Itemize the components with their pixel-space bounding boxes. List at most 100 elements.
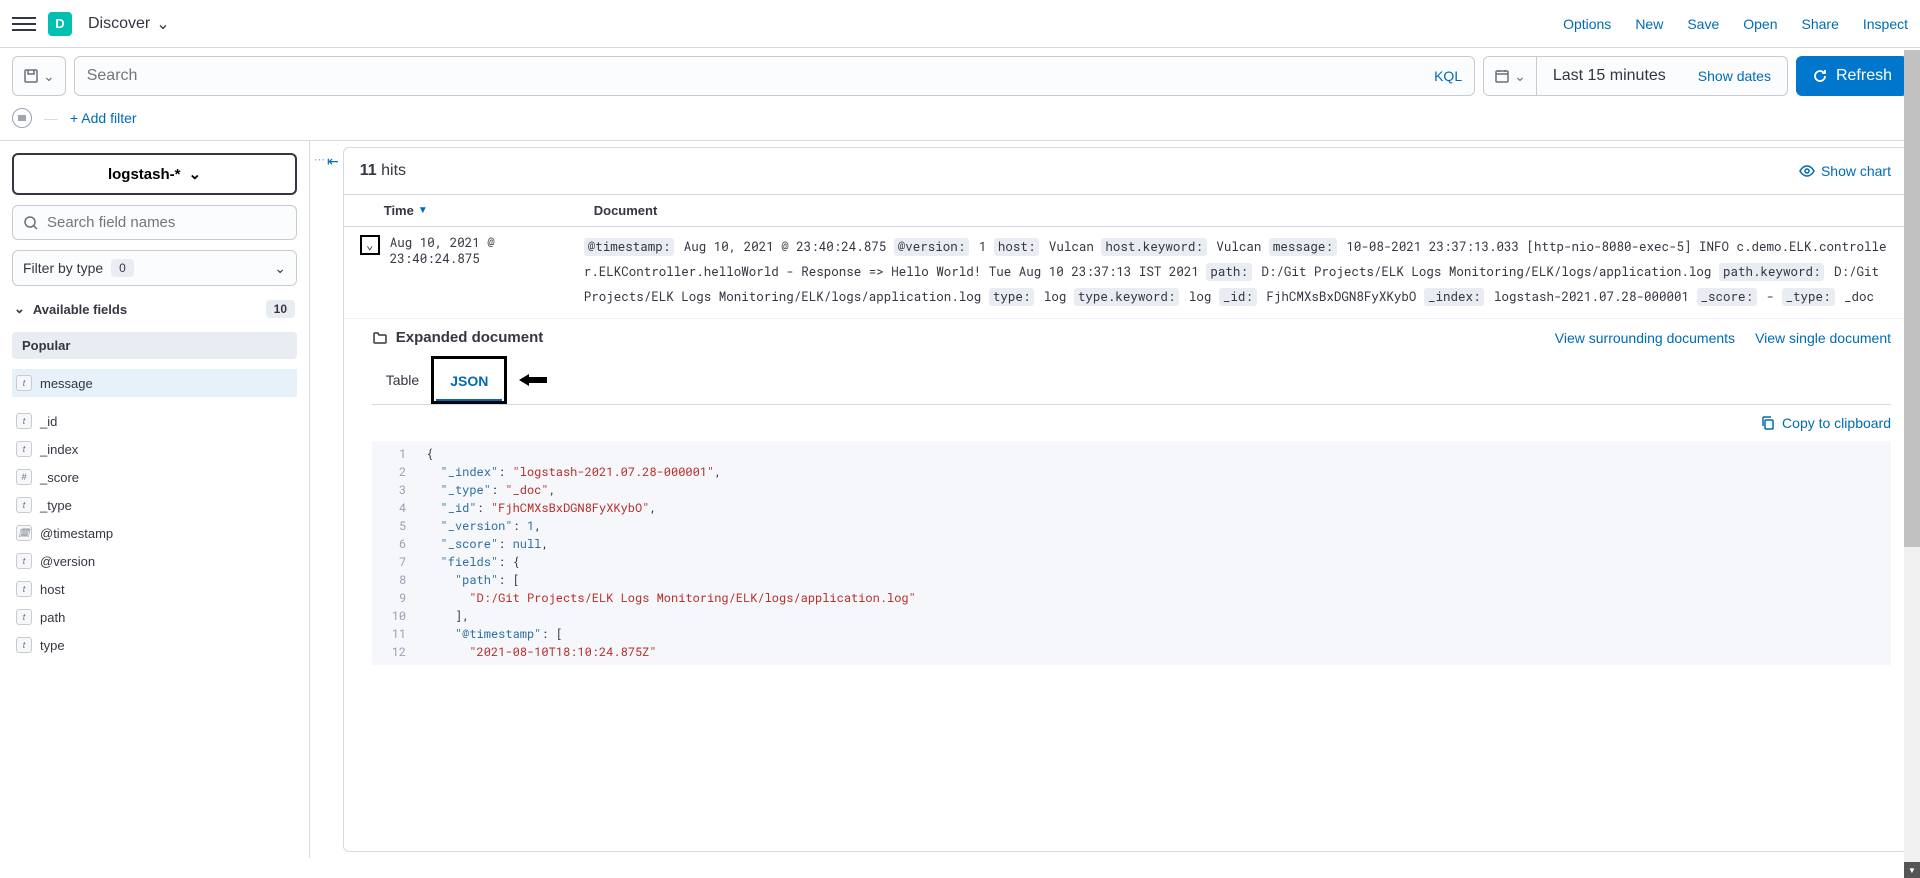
field-key: path: — [1206, 263, 1252, 281]
field-name: _score — [40, 470, 79, 485]
field-key: path.keyword: — [1719, 263, 1825, 281]
refresh-icon — [1812, 68, 1828, 84]
collapse-icon: ⇤ — [327, 153, 339, 170]
tab-table[interactable]: Table — [372, 362, 433, 398]
field-item[interactable]: ttype — [12, 631, 297, 659]
field-name: host — [40, 582, 65, 597]
chevron-down-icon: ⌄ — [274, 260, 286, 277]
expanded-title-label: Expanded document — [396, 329, 544, 346]
copy-label: Copy to clipboard — [1782, 415, 1891, 431]
query-bar: ⌄ KQL ⌄ Last 15 minutes Show dates Refre… — [0, 48, 1920, 104]
field-item[interactable]: t _id — [12, 407, 297, 435]
field-name: _id — [40, 414, 57, 429]
field-item[interactable]: tpath — [12, 603, 297, 631]
hits-word: hits — [381, 162, 406, 179]
field-name: _type — [40, 498, 72, 513]
calendar-icon — [1494, 68, 1510, 84]
app-title-label: Discover — [88, 15, 150, 33]
field-key: _id: — [1219, 288, 1257, 306]
chevron-down-icon: ⌄ — [43, 68, 55, 85]
chevron-down-icon: ⌄ — [366, 237, 374, 253]
menu-icon[interactable] — [12, 12, 36, 36]
index-pattern-label: logstash-* — [108, 166, 181, 183]
date-range-value[interactable]: Last 15 minutes — [1537, 67, 1682, 85]
scrollbar[interactable]: ▼ — [1904, 50, 1920, 878]
show-chart-button[interactable]: Show chart — [1799, 163, 1891, 179]
expand-row-button[interactable]: ⌄ — [360, 235, 380, 255]
field-type-icon: t — [16, 413, 32, 429]
column-time[interactable]: Time ▼ — [384, 203, 594, 218]
field-type-icon: t — [16, 497, 32, 513]
options-link[interactable]: Options — [1563, 16, 1611, 32]
field-search-input[interactable] — [47, 214, 286, 231]
resize-handle[interactable]: ⋯ ⇤ — [310, 141, 343, 858]
chevron-down-icon: ⌄ — [188, 165, 201, 183]
date-picker: ⌄ Last 15 minutes Show dates — [1483, 56, 1788, 96]
hits-bar: 11 hits Show chart — [344, 148, 1907, 195]
filter-by-type-count: 0 — [111, 259, 134, 277]
field-item[interactable]: t_index — [12, 435, 297, 463]
table-wrap[interactable]: Time ▼ Document ⌄ Aug 10, 2021 @ 23:40:2… — [344, 195, 1907, 851]
field-key: type.keyword: — [1074, 288, 1180, 306]
field-key: host: — [994, 238, 1040, 256]
scrollbar-thumb[interactable] — [1904, 50, 1920, 547]
app-title-dropdown[interactable]: Discover ⌄ — [88, 14, 170, 34]
kql-toggle[interactable]: KQL — [1434, 68, 1462, 84]
folder-open-icon — [372, 330, 388, 346]
expanded-document: Expanded document View surrounding docum… — [344, 319, 1907, 681]
filter-settings-icon[interactable] — [12, 108, 32, 128]
index-pattern-selector[interactable]: logstash-* ⌄ — [12, 153, 297, 195]
field-key: @timestamp: — [584, 238, 675, 256]
field-name: type — [40, 638, 65, 653]
scrollbar-down-icon[interactable]: ▼ — [1904, 862, 1920, 878]
open-link[interactable]: Open — [1743, 16, 1777, 32]
field-key: @version: — [894, 238, 970, 256]
eye-icon — [1799, 163, 1815, 179]
view-single-link[interactable]: View single document — [1755, 330, 1891, 346]
annotation-arrow-icon — [517, 371, 549, 389]
new-link[interactable]: New — [1635, 16, 1663, 32]
field-item[interactable]: t _type — [12, 491, 297, 519]
available-fields-label: Available fields — [33, 302, 127, 317]
available-fields-count: 10 — [266, 300, 295, 318]
show-dates-button[interactable]: Show dates — [1682, 68, 1787, 84]
content: 11 hits Show chart Time ▼ Document — [343, 147, 1908, 852]
copy-icon — [1760, 415, 1776, 431]
search-icon — [23, 215, 39, 231]
field-item[interactable]: 🗓@timestamp — [12, 519, 297, 547]
refresh-button[interactable]: Refresh — [1796, 56, 1908, 96]
field-key: _score: — [1697, 288, 1758, 306]
date-quick-select[interactable]: ⌄ — [1484, 57, 1537, 95]
save-link[interactable]: Save — [1687, 16, 1719, 32]
hits-count: 11 hits — [360, 162, 406, 180]
inspect-link[interactable]: Inspect — [1863, 16, 1908, 32]
table-header: Time ▼ Document — [344, 195, 1907, 227]
filter-by-type[interactable]: Filter by type 0 ⌄ — [12, 250, 297, 286]
available-fields-toggle[interactable]: ⌄ Available fields 10 — [12, 296, 297, 322]
field-name: message — [40, 376, 93, 391]
annotation-box: JSON — [431, 356, 507, 404]
row-document: @timestamp: Aug 10, 2021 @ 23:40:24.875 … — [584, 235, 1891, 310]
expanded-tabs: Table JSON — [372, 356, 1891, 405]
search-input[interactable] — [87, 67, 1434, 85]
app-logo[interactable]: D — [48, 12, 72, 36]
field-type-icon: # — [16, 469, 32, 485]
field-key: _index: — [1424, 288, 1485, 306]
add-filter-button[interactable]: + Add filter — [70, 110, 137, 126]
field-item[interactable]: tmessage — [12, 369, 297, 397]
view-surrounding-link[interactable]: View surrounding documents — [1555, 330, 1735, 346]
field-item[interactable]: thost — [12, 575, 297, 603]
copy-to-clipboard-button[interactable]: Copy to clipboard — [1760, 415, 1891, 431]
row-timestamp: Aug 10, 2021 @ 23:40:24.875 — [384, 235, 584, 310]
chevron-down-icon: ⌄ — [156, 14, 169, 34]
field-key: message: — [1269, 238, 1337, 256]
field-type-icon: t — [16, 581, 32, 597]
top-links: Options New Save Open Share Inspect — [1563, 16, 1908, 32]
field-item[interactable]: t@version — [12, 547, 297, 575]
saved-query-button[interactable]: ⌄ — [12, 56, 66, 96]
field-item[interactable]: # _score — [12, 463, 297, 491]
column-time-label: Time — [384, 203, 414, 218]
share-link[interactable]: Share — [1802, 16, 1839, 32]
search-box: KQL — [74, 56, 1475, 96]
tab-json[interactable]: JSON — [436, 363, 502, 401]
